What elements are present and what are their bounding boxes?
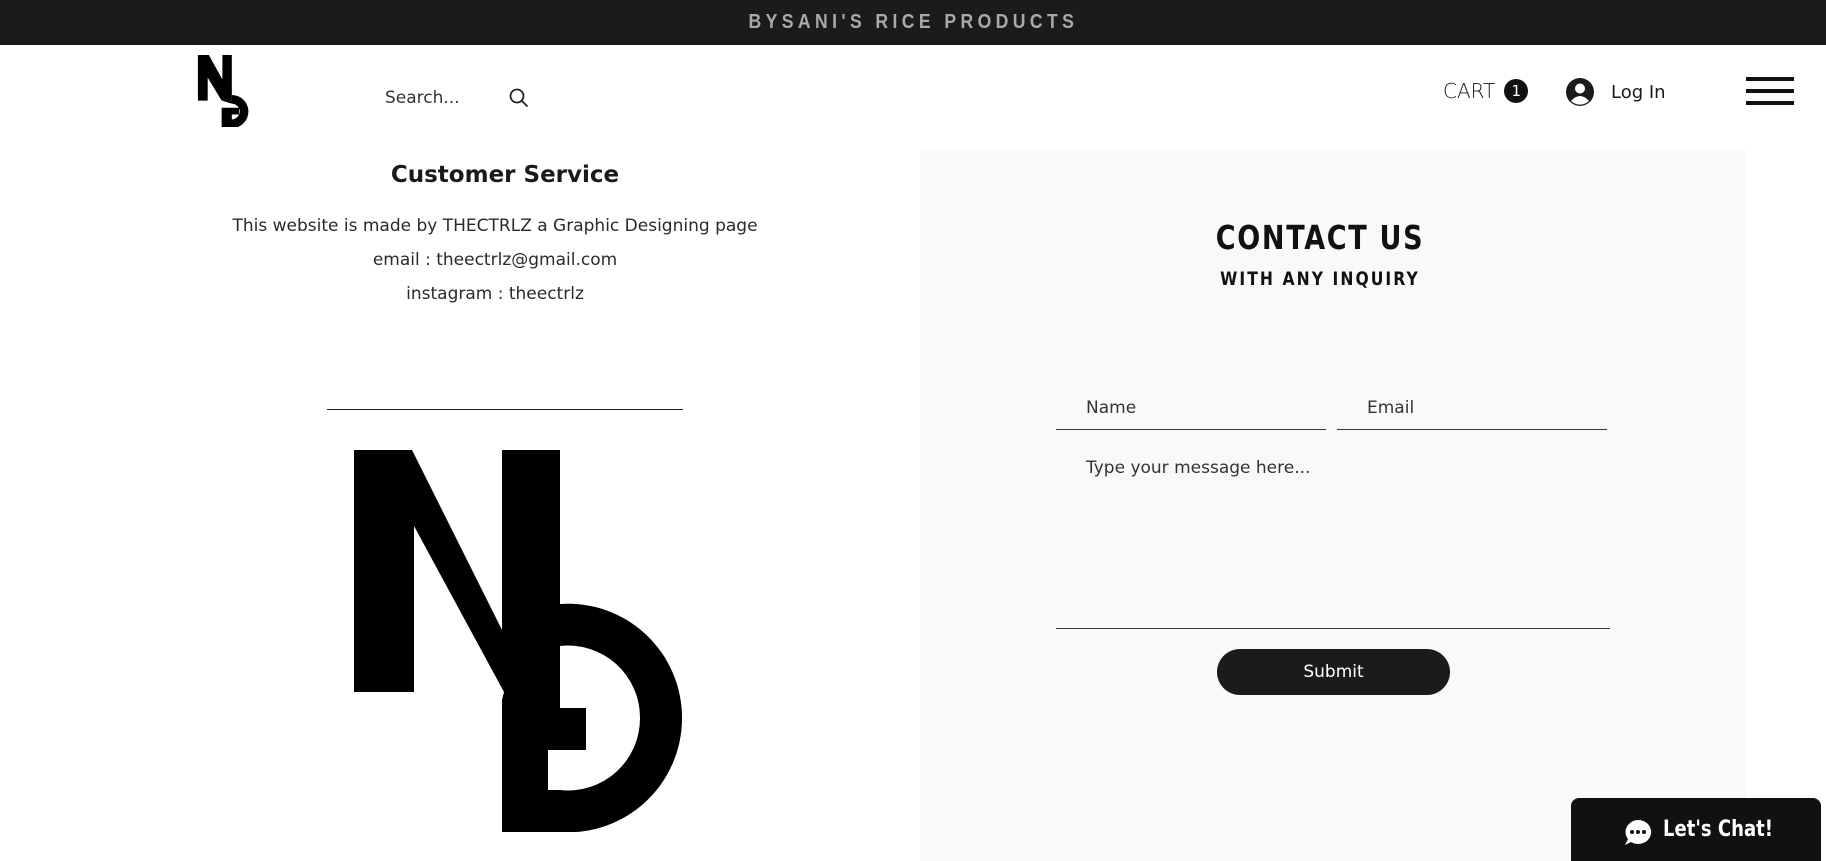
instagram-line: instagram : theectrlz	[406, 284, 584, 304]
message-field[interactable]	[1056, 446, 1610, 629]
login-button[interactable]: Log In	[1565, 77, 1666, 107]
hamburger-menu-icon[interactable]	[1746, 77, 1794, 107]
submit-button[interactable]: Submit	[1217, 649, 1450, 695]
announcement-bar: BYSANI'S RICE PRODUCTS	[0, 0, 1826, 45]
search-input[interactable]	[385, 88, 503, 108]
ng-logo-icon	[354, 450, 683, 832]
chat-bubble-icon	[1625, 819, 1652, 845]
site-header: CART 1 Log In	[0, 45, 1826, 145]
chat-label: Let's Chat!	[1663, 817, 1774, 842]
contact-subtitle: WITH ANY INQUIRY	[1220, 268, 1420, 290]
email-field[interactable]	[1337, 386, 1607, 430]
contact-title: CONTACT US	[1215, 218, 1425, 257]
name-field[interactable]	[1056, 386, 1326, 430]
login-label: Log In	[1611, 81, 1666, 103]
cart-count-badge: 1	[1504, 79, 1529, 103]
search-bar	[385, 85, 535, 111]
email-line: email : theectrlz@gmail.com	[372, 250, 618, 270]
contact-form-panel: CONTACT US WITH ANY INQUIRY Submit	[920, 150, 1746, 861]
user-avatar-icon	[1566, 78, 1594, 106]
chat-widget-button[interactable]: Let's Chat!	[1571, 798, 1821, 861]
cart-label: CART	[1443, 79, 1496, 103]
announcement-text: BYSANI'S RICE PRODUCTS	[748, 11, 1078, 33]
ng-logo-icon[interactable]	[196, 55, 262, 127]
credit-line: This website is made by THECTRLZ a Graph…	[232, 216, 758, 236]
search-icon[interactable]	[508, 87, 530, 109]
cart-button[interactable]: CART 1	[1443, 79, 1529, 103]
customer-service-title: Customer Service	[390, 162, 620, 188]
section-divider	[327, 409, 683, 410]
